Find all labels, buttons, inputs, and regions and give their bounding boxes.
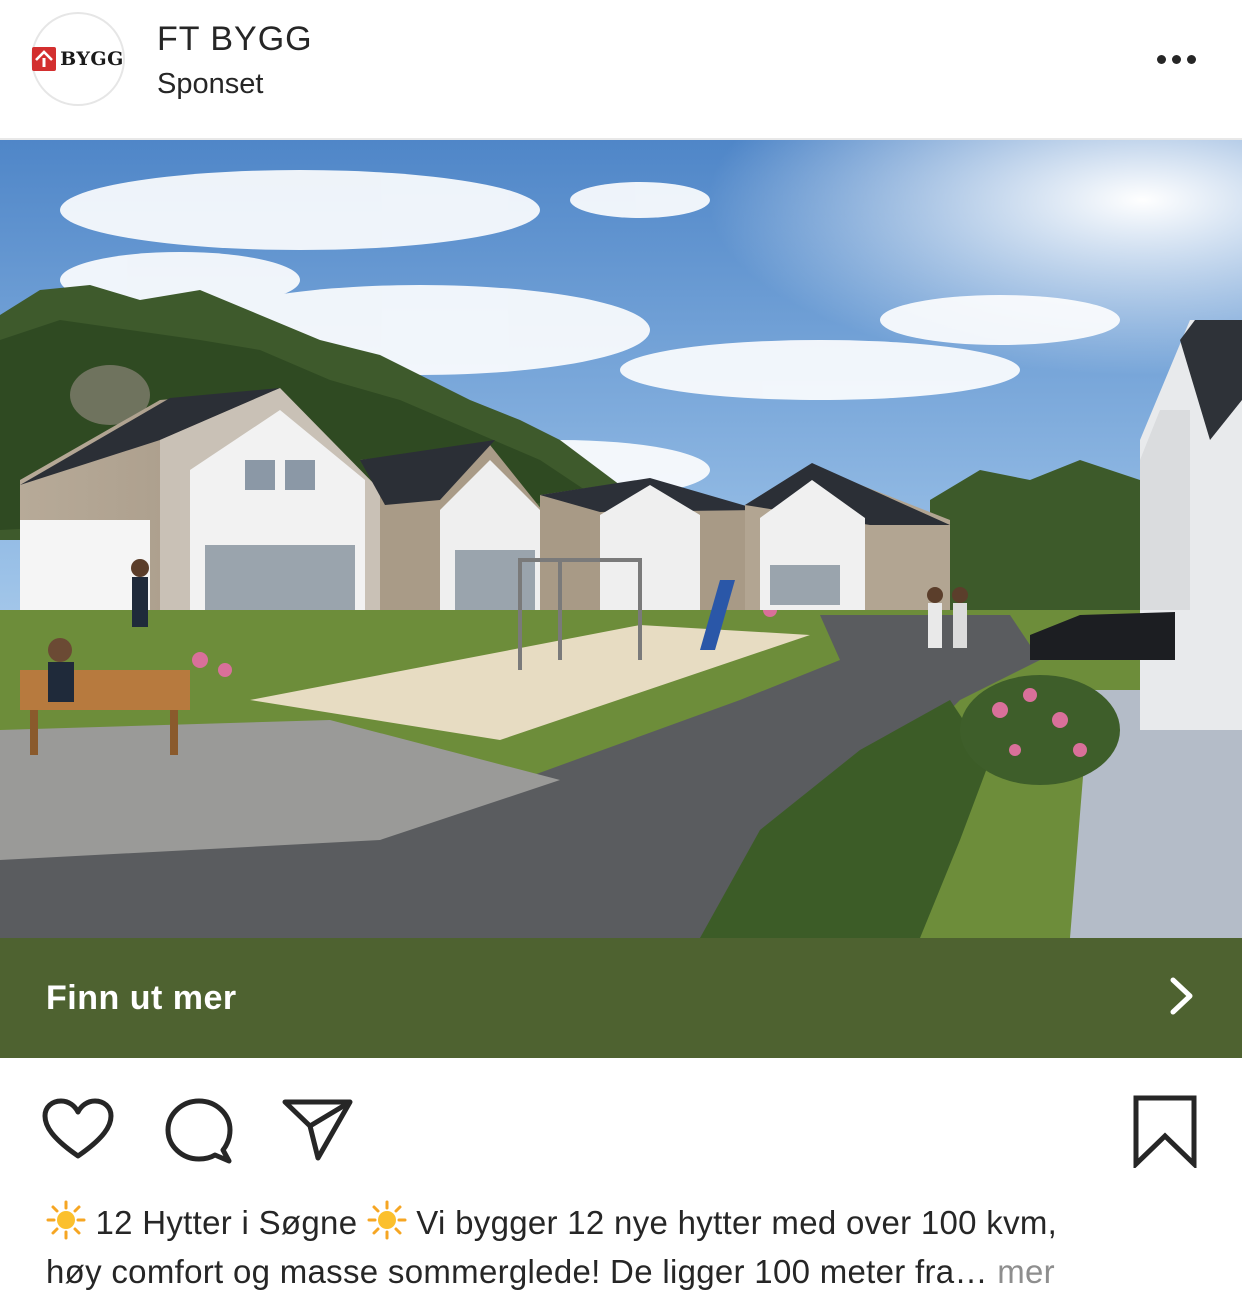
more-link[interactable]: mer (997, 1253, 1055, 1290)
account-name[interactable]: FT BYGG (157, 20, 313, 59)
caption-text: Vi bygger 12 nye hytter med over 100 kvm… (416, 1204, 1058, 1241)
caption-line-1: 12 Hytter i Søgne Vi bygger 12 nye hytte… (46, 1200, 1206, 1250)
caption-title: 12 Hytter i Søgne (95, 1204, 358, 1241)
account-avatar[interactable]: BYGG (31, 12, 125, 106)
brand-logo: BYGG (32, 47, 124, 71)
paper-plane-icon[interactable] (282, 1098, 354, 1167)
sun-emoji-icon (46, 1200, 86, 1250)
post-image[interactable] (0, 140, 1242, 938)
chevron-right-icon (1166, 976, 1196, 1021)
post-caption: 12 Hytter i Søgne Vi bygger 12 nye hytte… (46, 1200, 1206, 1293)
more-options-icon (1156, 54, 1166, 64)
house-logo-icon (32, 47, 57, 71)
logo-text: BYGG (60, 48, 124, 70)
action-bar (0, 1058, 1242, 1188)
caption-line-2: høy comfort og masse sommerglede! De lig… (46, 1250, 1206, 1293)
post-header: BYGG FT BYGG Sponset (0, 0, 1242, 138)
sponsored-label: Sponset (157, 68, 264, 100)
bookmark-icon[interactable] (1132, 1094, 1198, 1173)
cta-label: Finn ut mer (46, 978, 237, 1017)
more-options-button[interactable] (1150, 42, 1202, 76)
comment-icon[interactable] (163, 1098, 235, 1169)
heart-icon[interactable] (42, 1098, 114, 1167)
cta-bar[interactable]: Finn ut mer (0, 938, 1242, 1058)
sun-emoji-icon (367, 1200, 407, 1250)
caption-text-continued: høy comfort og masse sommerglede! De lig… (46, 1253, 988, 1290)
